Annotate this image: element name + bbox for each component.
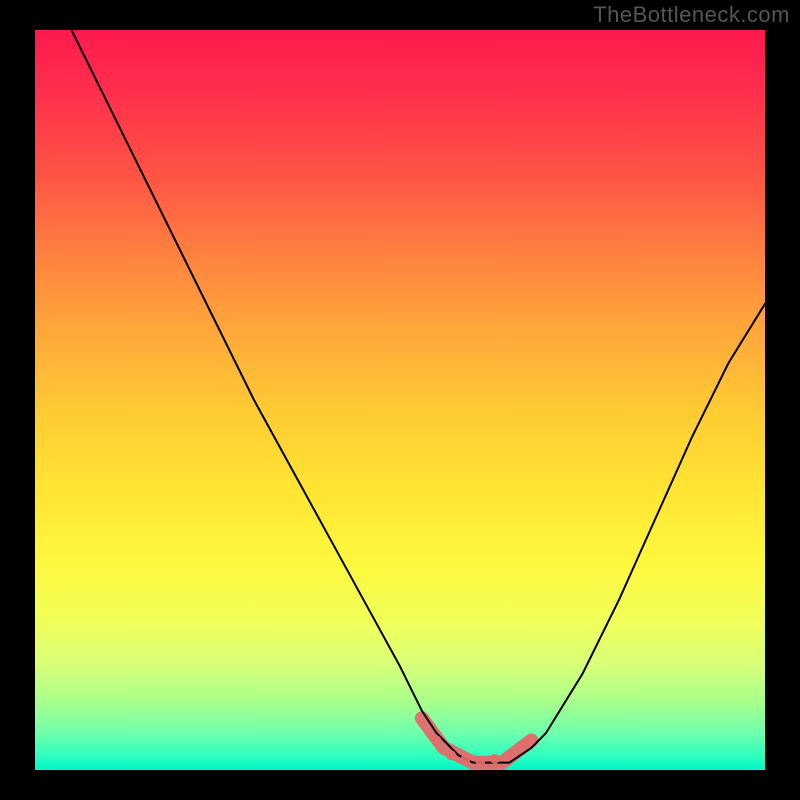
scatter-dot (446, 750, 456, 760)
scatter-dot (519, 739, 529, 749)
bottleneck-curve (72, 30, 766, 763)
scatter-dot (475, 756, 485, 766)
chart-svg-overlay (35, 30, 765, 770)
scatter-dot (461, 754, 471, 764)
watermark-text: TheBottleneck.com (593, 2, 790, 28)
scatter-dot (505, 750, 515, 760)
scatter-dot (432, 735, 442, 745)
scatter-dot (490, 754, 500, 764)
